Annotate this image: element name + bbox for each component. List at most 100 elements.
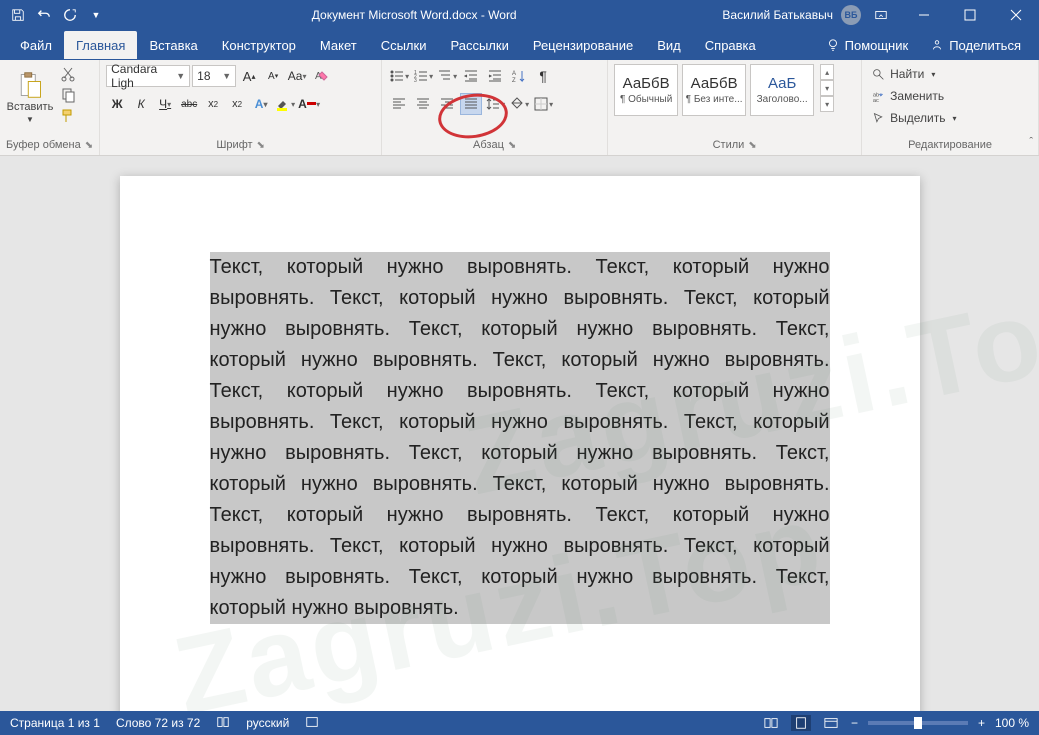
numbering-button[interactable]: 123 <box>412 65 434 87</box>
minimize-button[interactable] <box>901 0 947 30</box>
strikethrough-button[interactable]: abc <box>178 93 200 115</box>
style-nospacing[interactable]: АаБбВ¶ Без инте... <box>682 64 746 116</box>
zoom-slider[interactable] <box>868 721 968 725</box>
view-read-button[interactable] <box>761 715 781 731</box>
collapse-ribbon-button[interactable]: ˆ <box>1029 136 1033 148</box>
titlebar: ▼ Документ Microsoft Word.docx - Word Ва… <box>0 0 1039 30</box>
maximize-button[interactable] <box>947 0 993 30</box>
styles-row-up[interactable]: ▴ <box>820 64 834 80</box>
group-paragraph: 123 AZ ¶ Абзац⬊ <box>382 60 608 155</box>
tab-help[interactable]: Справка <box>693 31 768 59</box>
page-indicator[interactable]: Страница 1 из 1 <box>10 716 100 730</box>
increase-indent-button[interactable] <box>484 65 506 87</box>
shrink-font-button[interactable]: A▾ <box>262 65 284 87</box>
superscript-button[interactable]: x2 <box>226 93 248 115</box>
word-count[interactable]: Слово 72 из 72 <box>116 716 200 730</box>
align-left-button[interactable] <box>388 93 410 115</box>
italic-button[interactable]: К <box>130 93 152 115</box>
bullets-button[interactable] <box>388 65 410 87</box>
tab-layout[interactable]: Макет <box>308 31 369 59</box>
change-case-button[interactable]: Aa <box>286 65 308 87</box>
indent-icon <box>487 68 503 84</box>
styles-launcher[interactable]: ⬊ <box>748 140 756 151</box>
redo-button[interactable] <box>58 3 82 27</box>
font-group-label: Шрифт <box>216 139 252 151</box>
paste-icon <box>16 71 44 99</box>
align-center-button[interactable] <box>412 93 434 115</box>
font-size-combo[interactable]: 18▼ <box>192 65 236 87</box>
shading-button[interactable] <box>508 93 530 115</box>
grow-font-button[interactable]: A▴ <box>238 65 260 87</box>
ribbon-display-button[interactable] <box>869 3 893 27</box>
cut-button[interactable] <box>58 64 78 84</box>
format-painter-button[interactable] <box>58 106 78 126</box>
search-icon <box>872 68 885 81</box>
ribbon: Вставить ▼ Буфер обмена⬊ Candara Ligh▼ 1… <box>0 60 1039 156</box>
show-marks-button[interactable]: ¶ <box>532 65 554 87</box>
zoom-out-button[interactable]: − <box>851 716 858 730</box>
view-print-button[interactable] <box>791 715 811 731</box>
copy-button[interactable] <box>58 85 78 105</box>
user-avatar[interactable]: ВБ <box>841 5 861 25</box>
outdent-icon <box>463 68 479 84</box>
save-button[interactable] <box>6 3 30 27</box>
tab-mailings[interactable]: Рассылки <box>438 31 520 59</box>
styles-expand[interactable]: ▾ <box>820 96 834 112</box>
zoom-level[interactable]: 100 % <box>995 716 1029 730</box>
share-icon <box>930 38 944 52</box>
styles-row-down[interactable]: ▾ <box>820 80 834 96</box>
find-button[interactable]: Найти▾ <box>868 64 939 84</box>
tab-review[interactable]: Рецензирование <box>521 31 645 59</box>
tab-home[interactable]: Главная <box>64 31 137 59</box>
select-button[interactable]: Выделить▾ <box>868 108 960 128</box>
svg-text:Z: Z <box>512 78 516 84</box>
tab-file[interactable]: Файл <box>8 31 64 59</box>
text-effects-button[interactable]: A <box>250 93 272 115</box>
clipboard-launcher[interactable]: ⬊ <box>85 140 93 151</box>
replace-icon: abac <box>872 90 885 103</box>
paste-button[interactable]: Вставить ▼ <box>6 64 54 130</box>
shading-icon <box>509 96 525 112</box>
bold-button[interactable]: Ж <box>106 93 128 115</box>
tab-design[interactable]: Конструктор <box>210 31 308 59</box>
highlight-button[interactable] <box>274 93 296 115</box>
tab-insert[interactable]: Вставка <box>137 31 209 59</box>
brush-icon <box>60 108 76 124</box>
user-name[interactable]: Василий Батькавыч <box>722 8 833 22</box>
line-spacing-button[interactable] <box>484 93 506 115</box>
borders-button[interactable] <box>532 93 554 115</box>
align-justify-button[interactable] <box>460 93 482 115</box>
language-indicator[interactable]: русский <box>246 716 289 730</box>
underline-button[interactable]: Ч <box>154 93 176 115</box>
replace-button[interactable]: abacЗаменить <box>868 86 948 106</box>
document-area[interactable]: Zagruzi.Top Zagruzi.Top Текст, который н… <box>0 156 1039 711</box>
close-button[interactable] <box>993 0 1039 30</box>
align-center-icon <box>415 96 431 112</box>
share-button[interactable]: Поделиться <box>922 38 1029 53</box>
tell-me-button[interactable]: Помощник <box>818 38 917 53</box>
cut-icon <box>60 66 76 82</box>
document-body-text[interactable]: Текст, который нужно выровнять. Текст, к… <box>210 252 830 624</box>
style-heading1[interactable]: АаБЗаголово... <box>750 64 814 116</box>
multilevel-list-button[interactable] <box>436 65 458 87</box>
font-name-combo[interactable]: Candara Ligh▼ <box>106 65 190 87</box>
sort-button[interactable]: AZ <box>508 65 530 87</box>
clear-formatting-button[interactable]: A <box>310 65 332 87</box>
align-right-button[interactable] <box>436 93 458 115</box>
tab-view[interactable]: Вид <box>645 31 693 59</box>
paste-label: Вставить <box>7 101 54 113</box>
style-normal[interactable]: АаБбВ¶ Обычный <box>614 64 678 116</box>
tab-references[interactable]: Ссылки <box>369 31 439 59</box>
qat-customize-button[interactable]: ▼ <box>84 3 108 27</box>
proofing-button[interactable] <box>216 715 230 732</box>
paragraph-launcher[interactable]: ⬊ <box>508 140 516 151</box>
subscript-button[interactable]: x2 <box>202 93 224 115</box>
macro-button[interactable] <box>305 715 319 732</box>
record-icon <box>305 715 319 729</box>
view-web-button[interactable] <box>821 715 841 731</box>
zoom-in-button[interactable]: + <box>978 716 985 730</box>
font-color-button[interactable]: A <box>298 93 320 115</box>
font-launcher[interactable]: ⬊ <box>257 140 265 151</box>
undo-button[interactable] <box>32 3 56 27</box>
decrease-indent-button[interactable] <box>460 65 482 87</box>
